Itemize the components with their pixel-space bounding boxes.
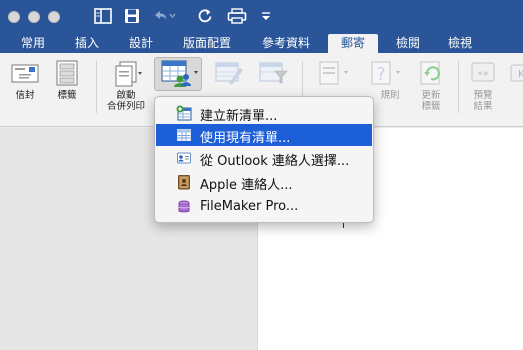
menu-item-label: 使用現有清單...: [200, 131, 291, 146]
address-book-icon: [178, 175, 190, 190]
zoom-window-button[interactable]: [48, 11, 60, 23]
menu-item-filemaker-pro[interactable]: FileMaker Pro...: [156, 196, 372, 218]
new-list-icon: [176, 105, 192, 121]
redo-icon[interactable]: [196, 6, 214, 26]
preview-results-button[interactable]: «» 預覽 結果: [464, 59, 502, 112]
filter-icon: [259, 62, 288, 84]
svg-text:?: ?: [376, 64, 386, 85]
contact-card-icon: [177, 152, 191, 164]
database-icon: [178, 200, 190, 213]
preview-results-label: 預覽 結果: [473, 90, 493, 112]
labels-button[interactable]: 標籤: [50, 59, 84, 101]
select-recipients-menu: 建立新清單... 使用現有清單... 從 Outlook 連絡人選擇... Ap…: [154, 96, 374, 223]
envelope-icon: [11, 64, 39, 83]
insert-merge-field-button[interactable]: [310, 59, 354, 87]
svg-text:K: K: [518, 69, 523, 80]
preview-icon: «»: [471, 62, 495, 82]
question-icon: ?: [371, 61, 400, 85]
rules-button[interactable]: ? 規則: [362, 59, 406, 101]
tab-layout[interactable]: 版面配置: [176, 34, 238, 53]
select-recipients-icon: [161, 60, 198, 87]
menu-item-use-existing-list[interactable]: 使用現有清單...: [156, 124, 372, 146]
next-record-icon: K: [510, 64, 523, 82]
tab-design[interactable]: 設計: [122, 34, 160, 53]
select-recipients-button[interactable]: [154, 57, 202, 91]
ribbon-tab-bar: 常用 插入 設計 版面配置 參考資料 郵寄 檢閱 檢視: [0, 34, 523, 53]
sidebar-toggle-icon[interactable]: [93, 6, 113, 26]
labels-label: 標籤: [57, 90, 77, 101]
start-mail-merge-icon: [115, 61, 142, 87]
customize-qat-icon[interactable]: [259, 6, 273, 26]
tab-mailings[interactable]: 郵寄: [328, 34, 378, 53]
table-icon: [177, 129, 191, 141]
next-record-button[interactable]: K: [508, 59, 523, 87]
tab-references[interactable]: 參考資料: [254, 34, 318, 53]
tab-view[interactable]: 檢視: [440, 34, 480, 53]
ribbon-separator: [458, 61, 459, 113]
menu-item-label: 從 Outlook 連絡人選擇...: [200, 154, 350, 169]
filter-recipients-button[interactable]: [256, 59, 290, 87]
ribbon-separator: [96, 61, 97, 113]
tab-home[interactable]: 常用: [14, 34, 52, 53]
menu-item-outlook-contacts[interactable]: 從 Outlook 連絡人選擇...: [156, 147, 372, 169]
menu-item-new-list[interactable]: 建立新清單...: [156, 102, 372, 124]
undo-icon[interactable]: [150, 6, 178, 26]
menu-item-label: 建立新清單...: [200, 109, 278, 124]
svg-text:«»: «»: [477, 69, 488, 79]
labels-icon: [56, 60, 78, 86]
menu-item-label: FileMaker Pro...: [200, 199, 299, 214]
title-bar: [0, 0, 523, 34]
print-icon[interactable]: [226, 6, 248, 26]
update-labels-label: 更新 標籤: [421, 90, 441, 112]
envelopes-button[interactable]: 信封: [8, 59, 42, 101]
start-mail-merge-label: 啟動 合併列印: [106, 90, 145, 112]
menu-item-label: Apple 連絡人...: [200, 178, 293, 193]
update-labels-icon: [420, 61, 441, 85]
rules-label: 規則: [380, 90, 400, 101]
close-window-button[interactable]: [8, 11, 20, 23]
merge-field-icon: [319, 61, 348, 85]
edit-recipient-list-button[interactable]: [212, 59, 246, 87]
envelopes-label: 信封: [15, 90, 35, 101]
start-mail-merge-button[interactable]: 啟動 合併列印: [102, 59, 150, 112]
tab-insert[interactable]: 插入: [68, 34, 106, 53]
update-labels-button[interactable]: 更新 標籤: [412, 59, 450, 112]
save-icon[interactable]: [122, 6, 142, 26]
edit-list-icon: [215, 62, 243, 85]
menu-item-apple-contacts[interactable]: Apple 連絡人...: [156, 171, 372, 193]
tab-review[interactable]: 檢閱: [388, 34, 428, 53]
minimize-window-button[interactable]: [28, 11, 40, 23]
